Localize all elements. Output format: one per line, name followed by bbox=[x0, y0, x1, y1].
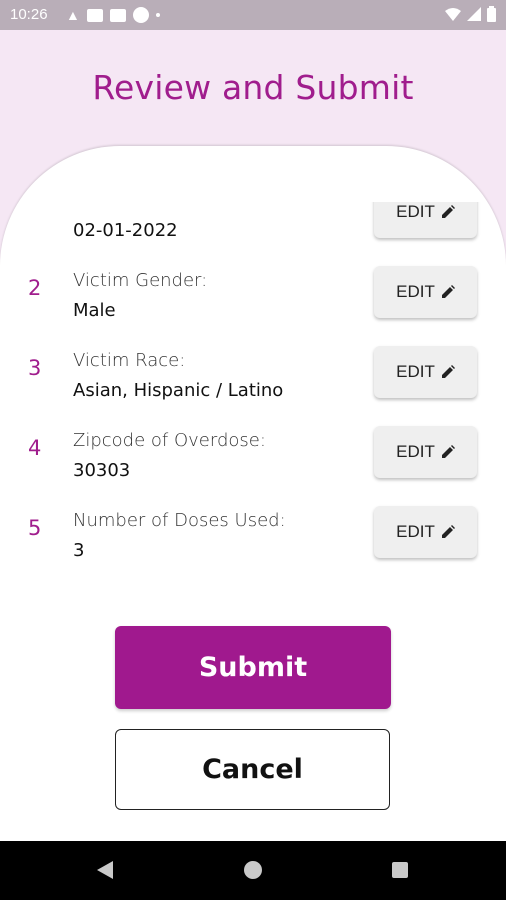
mail-icon bbox=[109, 8, 126, 22]
list-item: 4 Zipcode of Overdose: 30303 EDIT bbox=[0, 418, 506, 498]
back-icon[interactable] bbox=[97, 861, 113, 879]
edit-button[interactable]: EDIT bbox=[374, 266, 477, 318]
edit-label: EDIT bbox=[396, 202, 435, 221]
item-number: 3 bbox=[28, 356, 42, 380]
edit-button[interactable]: EDIT bbox=[374, 506, 477, 558]
pencil-icon bbox=[441, 205, 455, 218]
item-value: Asian, Hispanic / Latino bbox=[73, 380, 284, 401]
dot-icon bbox=[155, 13, 160, 17]
pencil-icon bbox=[441, 285, 455, 298]
pencil-icon bbox=[441, 365, 455, 378]
battery-icon bbox=[487, 6, 496, 22]
item-label: Number of Doses Used: bbox=[73, 510, 286, 531]
status-time: 10:26 bbox=[10, 6, 48, 23]
edit-label: EDIT bbox=[396, 522, 435, 541]
list-item: 2 Victim Gender: Male EDIT bbox=[0, 258, 506, 338]
item-label: Zipcode of Overdose: bbox=[73, 430, 266, 451]
pencil-icon bbox=[441, 525, 455, 538]
item-value: Male bbox=[73, 300, 116, 321]
list-item: 02-01-2022 EDIT bbox=[0, 202, 506, 258]
review-list[interactable]: 02-01-2022 EDIT 2 Victim Gender: Male ED… bbox=[0, 202, 506, 582]
recent-apps-icon[interactable] bbox=[392, 862, 408, 878]
pencil-icon bbox=[441, 445, 455, 458]
list-item: 5 Number of Doses Used: 3 EDIT bbox=[0, 498, 506, 578]
status-bar: 10:26 ▲ bbox=[0, 0, 506, 30]
system-icons bbox=[445, 6, 496, 22]
edit-label: EDIT bbox=[396, 442, 435, 461]
item-number: 4 bbox=[28, 436, 42, 460]
mail-icon bbox=[86, 8, 103, 22]
item-label: Victim Race: bbox=[73, 350, 186, 371]
item-value: 02-01-2022 bbox=[73, 220, 178, 241]
alert-icon: ▲ bbox=[66, 7, 80, 23]
edit-button[interactable]: EDIT bbox=[374, 346, 477, 398]
home-icon[interactable] bbox=[244, 861, 262, 879]
notification-icons: ▲ bbox=[66, 6, 160, 24]
wifi-icon bbox=[445, 8, 461, 21]
list-item: 3 Victim Race: Asian, Hispanic / Latino … bbox=[0, 338, 506, 418]
submit-button[interactable]: Submit bbox=[115, 626, 391, 709]
item-number: 5 bbox=[28, 516, 42, 540]
item-number: 2 bbox=[28, 276, 42, 300]
navigation-bar bbox=[0, 841, 506, 900]
item-value: 30303 bbox=[73, 460, 131, 481]
edit-label: EDIT bbox=[396, 362, 435, 381]
edit-button[interactable]: EDIT bbox=[374, 202, 477, 238]
item-label: Victim Gender: bbox=[73, 270, 208, 291]
edit-button[interactable]: EDIT bbox=[374, 426, 477, 478]
edit-label: EDIT bbox=[396, 282, 435, 301]
signal-icon bbox=[467, 7, 481, 21]
cancel-button[interactable]: Cancel bbox=[115, 729, 390, 810]
parking-icon bbox=[132, 7, 149, 23]
page-title: Review and Submit bbox=[92, 68, 414, 107]
item-value: 3 bbox=[73, 540, 85, 561]
